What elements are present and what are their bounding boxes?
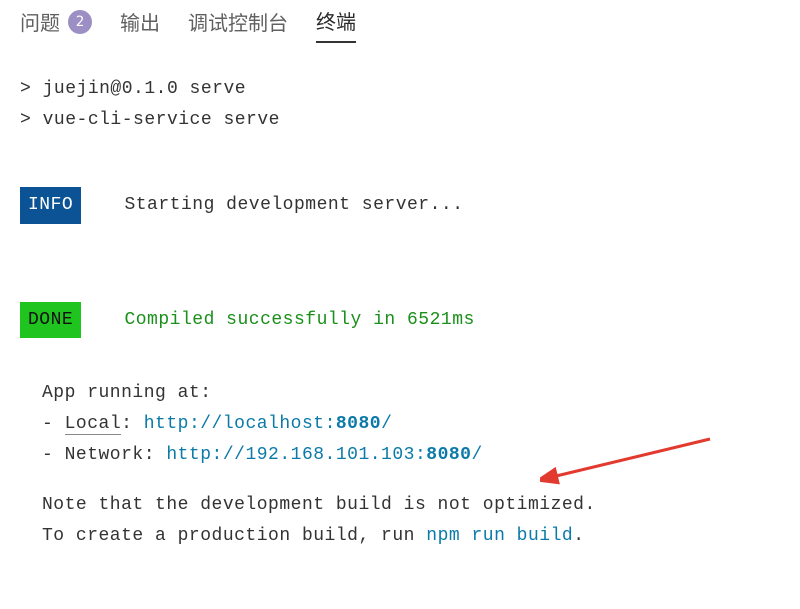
npm-build-command: npm run build (426, 526, 573, 546)
build-note: Note that the development build is not o… (42, 490, 780, 551)
app-running-heading: App running at: (42, 378, 780, 409)
prompt-symbol: > (20, 79, 31, 99)
panel-tabs: 问题 2 输出 调试控制台 终端 (0, 0, 800, 44)
done-message: Compiled successfully in 6521ms (124, 310, 474, 330)
terminal-line: > juejin@0.1.0 serve (20, 74, 780, 105)
note-line-2: To create a production build, run npm ru… (42, 521, 780, 552)
terminal-line: DONE Compiled successfully in 6521ms (20, 302, 780, 339)
local-url[interactable]: http://localhost:8080/ (144, 414, 393, 434)
network-url[interactable]: http://192.168.101.103:8080/ (166, 445, 482, 465)
note-line-1: Note that the development build is not o… (42, 490, 780, 521)
command-text: vue-cli-service serve (43, 110, 280, 130)
network-prefix: - Network: (42, 445, 166, 465)
local-colon: : (121, 414, 144, 434)
done-badge: DONE (20, 302, 81, 339)
info-badge: INFO (20, 187, 81, 224)
tab-problems[interactable]: 问题 2 (20, 5, 92, 42)
terminal-line: INFO Starting development server... (20, 187, 780, 224)
problems-count-badge: 2 (68, 10, 92, 34)
terminal-panel: > juejin@0.1.0 serve > vue-cli-service s… (0, 44, 800, 551)
info-message: Starting development server... (124, 195, 463, 215)
tab-debug-label: 调试控制台 (188, 7, 288, 36)
terminal-line: > vue-cli-service serve (20, 105, 780, 136)
tab-terminal-label: 终端 (316, 6, 356, 35)
local-label: Local (65, 414, 122, 435)
tab-problems-label: 问题 (20, 7, 60, 36)
command-text: juejin@0.1.0 serve (43, 79, 246, 99)
prompt-symbol: > (20, 110, 31, 130)
tab-terminal[interactable]: 终端 (316, 4, 356, 43)
local-prefix: - (42, 414, 65, 434)
tab-output-label: 输出 (120, 7, 160, 36)
tab-output[interactable]: 输出 (120, 5, 160, 42)
annotation-arrow-icon (540, 429, 720, 489)
tab-debug-console[interactable]: 调试控制台 (188, 5, 288, 42)
